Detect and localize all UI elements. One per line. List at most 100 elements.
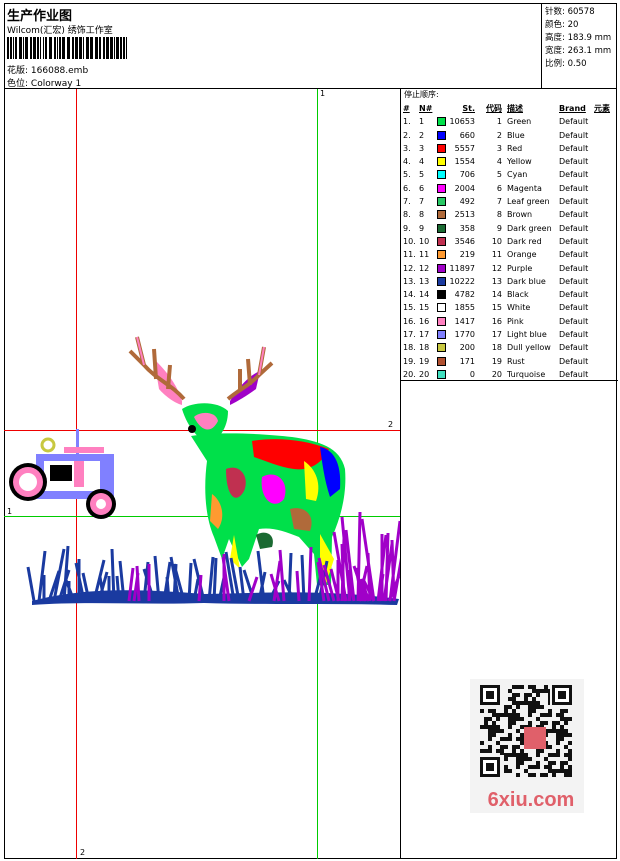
row-desc: Blue — [507, 130, 525, 140]
table-row: 19. 19 171 19 Rust Default — [401, 355, 618, 368]
row-n: 2 — [419, 130, 425, 140]
row-brand: Default — [559, 303, 589, 313]
stat-value: 263.1 mm — [567, 46, 612, 56]
row-desc: Red — [507, 143, 523, 153]
row-desc: Yellow — [507, 157, 532, 167]
row-desc: Dull yellow — [507, 343, 551, 353]
color-swatch — [437, 303, 446, 313]
row-brand: Default — [559, 130, 589, 140]
row-code: 5 — [496, 170, 502, 180]
row-brand: Default — [559, 330, 589, 340]
color-swatch — [437, 117, 446, 127]
row-idx: 18. — [403, 343, 416, 353]
row-brand: Default — [559, 197, 589, 207]
stop-sequence-label: 停止顺序: — [404, 90, 439, 99]
row-idx: 17. — [403, 330, 416, 340]
stat-value: 183.9 mm — [567, 33, 612, 43]
row-brand: Default — [559, 343, 589, 353]
row-idx: 19. — [403, 356, 416, 366]
row-n: 17 — [419, 330, 430, 340]
row-idx: 11. — [403, 250, 416, 260]
color-swatch — [437, 330, 446, 340]
row-idx: 14. — [403, 290, 416, 300]
row-idx: 10. — [403, 236, 416, 246]
row-st: 660 — [459, 130, 475, 140]
row-brand: Default — [559, 117, 589, 127]
row-desc: Black — [507, 290, 529, 300]
embroidery-design — [9, 336, 400, 605]
table-row: 13. 13 10222 13 Dark blue Default — [401, 275, 618, 288]
row-code: 9 — [496, 223, 502, 233]
row-brand: Default — [559, 223, 589, 233]
color-swatch — [437, 183, 446, 193]
row-code: 19 — [491, 356, 502, 366]
stat-label: 高度: — [545, 33, 565, 43]
row-desc: Green — [507, 117, 532, 127]
file-name: 166088.emb — [30, 66, 89, 76]
row-n: 14 — [419, 290, 430, 300]
color-swatch — [437, 316, 446, 326]
row-n: 10 — [419, 236, 430, 246]
col-st: St. — [462, 104, 475, 113]
row-st: 171 — [459, 356, 475, 366]
row-brand: Default — [559, 143, 589, 153]
color-swatch — [437, 170, 446, 180]
qr-code-icon — [480, 685, 574, 779]
row-desc: Rust — [507, 356, 525, 366]
row-n: 11 — [419, 250, 430, 260]
color-swatch — [437, 356, 446, 366]
row-brand: Default — [559, 157, 589, 167]
row-idx: 13. — [403, 276, 416, 286]
table-row: 4. 4 1554 4 Yellow Default — [401, 155, 618, 168]
row-code: 10 — [491, 236, 502, 246]
deer-graphic — [128, 336, 346, 585]
table-row: 14. 14 4782 14 Black Default — [401, 288, 618, 301]
row-n: 15 — [419, 303, 430, 313]
row-code: 14 — [491, 290, 502, 300]
table-divider — [401, 380, 618, 381]
row-st: 1417 — [454, 316, 475, 326]
row-code: 17 — [491, 330, 502, 340]
color-swatch — [437, 143, 446, 153]
row-n: 5 — [419, 170, 425, 180]
row-brand: Default — [559, 236, 589, 246]
row-desc: White — [507, 303, 531, 313]
table-header: # N# St. 代码 描述 Brand 元素 — [401, 102, 618, 115]
table-row: 9. 9 358 9 Dark green Default — [401, 222, 618, 235]
row-st: 1855 — [454, 303, 475, 313]
stat-value: 60578 — [567, 7, 595, 17]
color-swatch — [437, 263, 446, 273]
row-idx: 12. — [403, 263, 416, 273]
row-st: 2004 — [454, 183, 475, 193]
color-swatch — [437, 343, 446, 353]
stat-stitches: 针数: 60578 — [542, 6, 617, 19]
row-idx: 6. — [403, 183, 411, 193]
row-n: 13 — [419, 276, 430, 286]
row-st: 3546 — [454, 236, 475, 246]
table-row: 10. 10 3546 10 Dark red Default — [401, 235, 618, 248]
row-desc: Dark blue — [507, 276, 546, 286]
design-canvas: 1 2 1 2 — [4, 89, 400, 859]
row-desc: Cyan — [507, 170, 528, 180]
table-row: 12. 12 11897 12 Purple Default — [401, 262, 618, 275]
row-desc: Purple — [507, 263, 533, 273]
stat-label: 针数: — [545, 7, 565, 17]
row-code: 7 — [496, 197, 502, 207]
row-st: 1554 — [454, 157, 475, 167]
color-swatch — [437, 223, 446, 233]
table-row: 1. 1 10653 1 Green Default — [401, 115, 618, 128]
stat-value: 0.50 — [567, 59, 587, 69]
company-name: Wilcom(汇宏) 绣饰工作室 — [7, 26, 113, 36]
row-n: 7 — [419, 197, 425, 207]
row-idx: 4. — [403, 157, 411, 167]
col-desc: 描述 — [507, 104, 523, 113]
row-st: 4782 — [454, 290, 475, 300]
table-row: 6. 6 2004 6 Magenta Default — [401, 182, 618, 195]
row-st: 10222 — [449, 276, 475, 286]
row-st: 1770 — [454, 330, 475, 340]
row-desc: Leaf green — [507, 197, 550, 207]
row-code: 15 — [491, 303, 502, 313]
row-st: 2513 — [454, 210, 475, 220]
col-idx: # — [403, 104, 410, 113]
row-st: 706 — [459, 170, 475, 180]
